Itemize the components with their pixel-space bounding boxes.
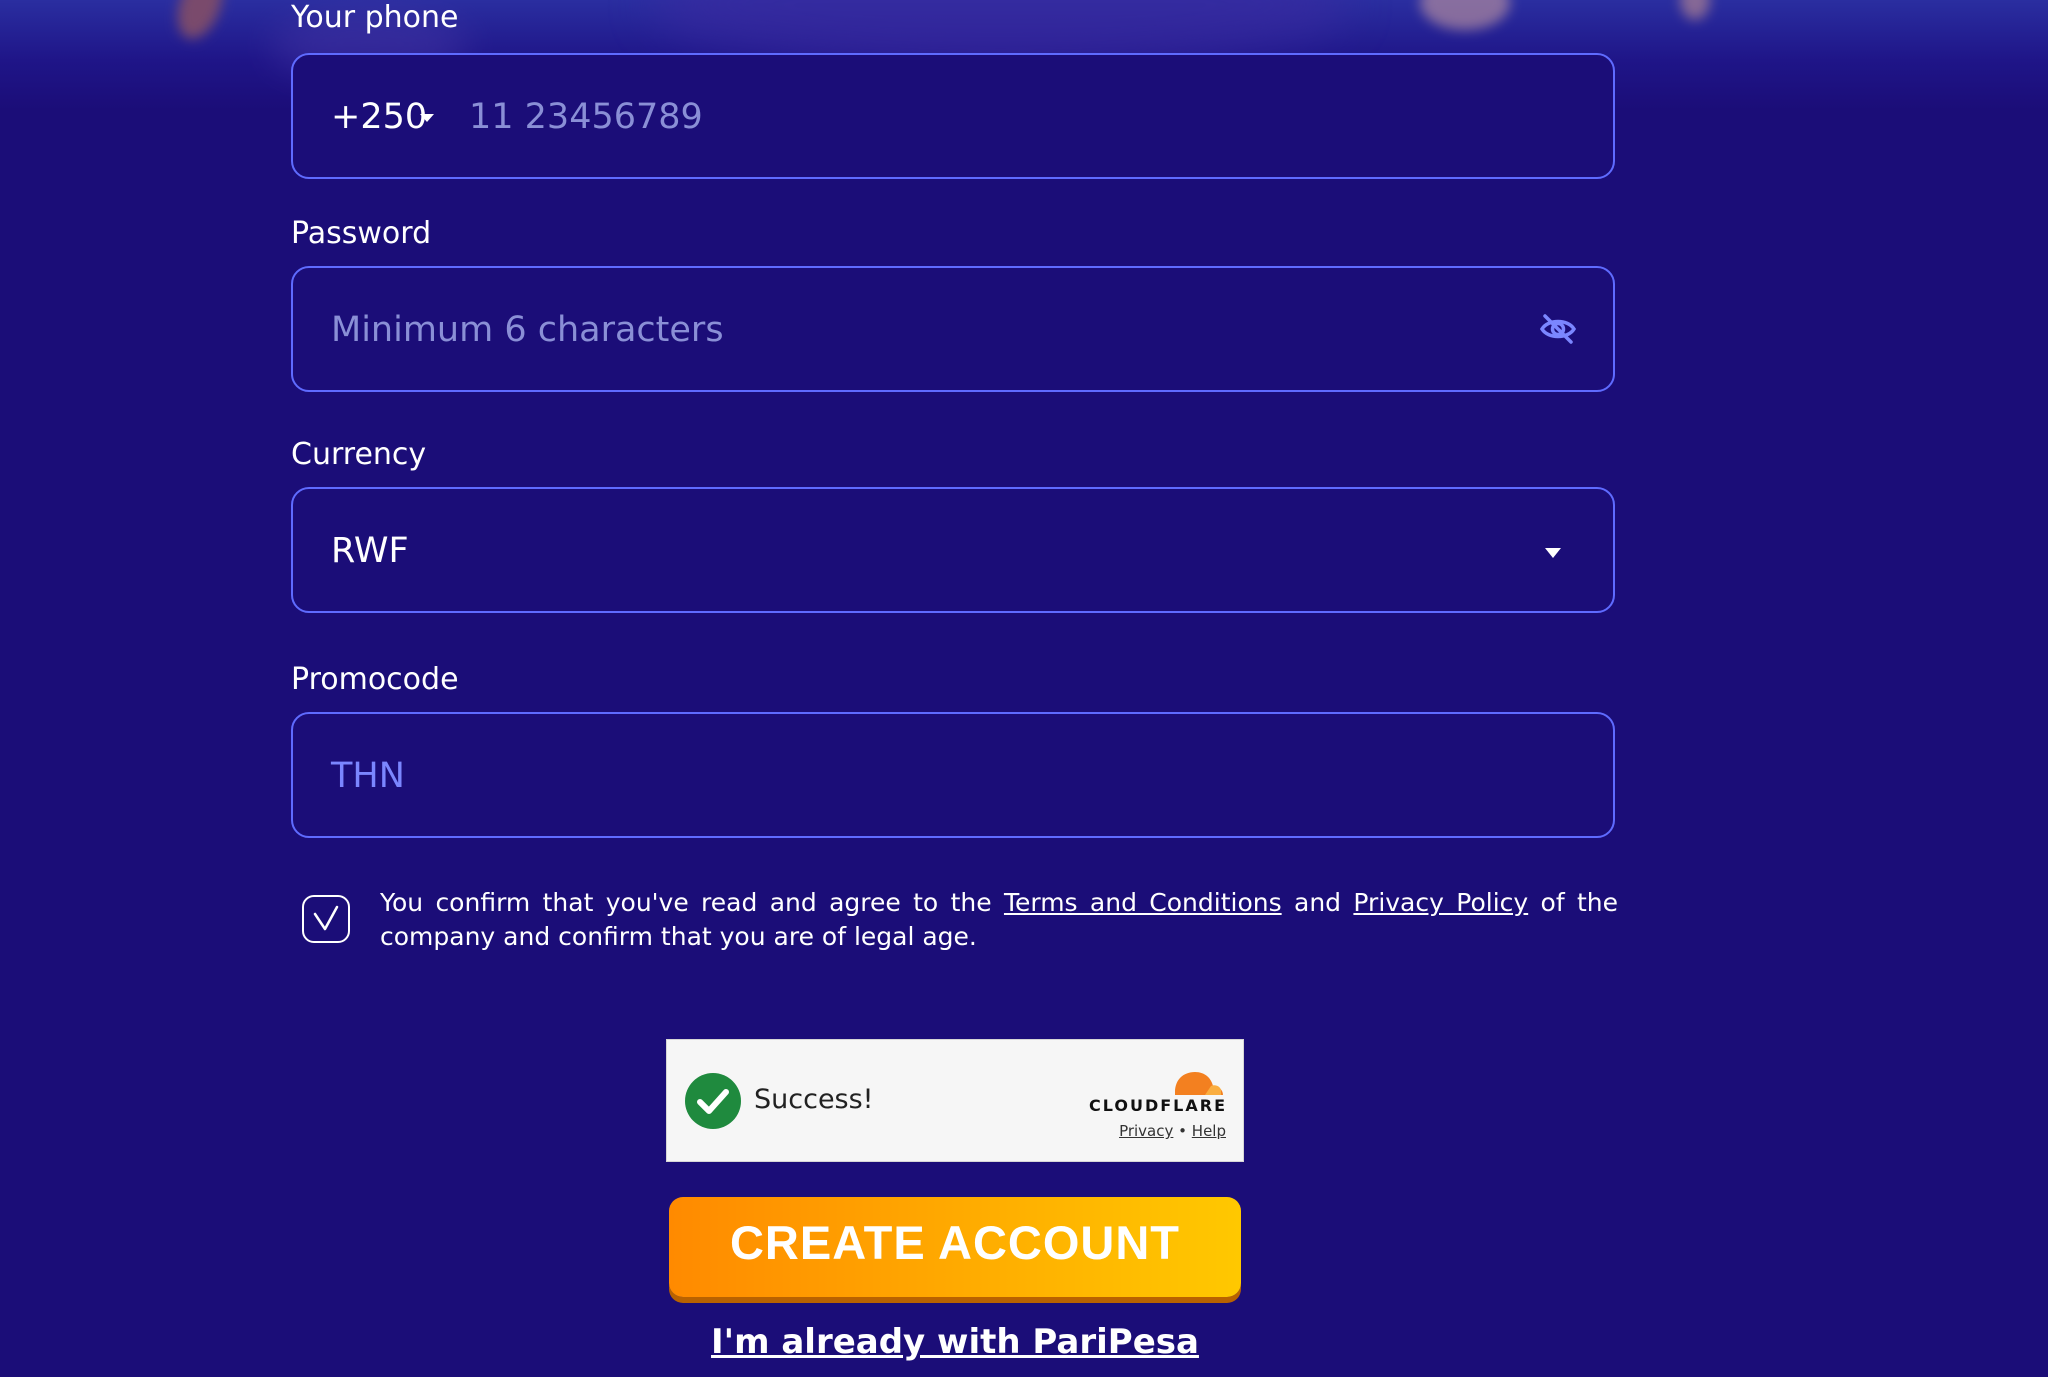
- currency-select[interactable]: RWF: [291, 487, 1615, 613]
- password-input[interactable]: Minimum 6 characters: [331, 268, 724, 392]
- cloudflare-brand: CLOUDFLARE: [1089, 1096, 1227, 1115]
- eye-slash-icon[interactable]: [1539, 312, 1577, 346]
- terms-text-and: and: [1294, 888, 1342, 917]
- create-account-button[interactable]: CREATE ACCOUNT: [669, 1197, 1241, 1297]
- captcha-links: Privacy • Help: [1119, 1122, 1226, 1140]
- country-code-select[interactable]: +250: [331, 55, 427, 179]
- terms-checkbox[interactable]: [302, 895, 350, 943]
- currency-value: RWF: [331, 531, 409, 571]
- check-icon: [313, 905, 339, 931]
- password-field[interactable]: Minimum 6 characters: [291, 266, 1615, 392]
- terms-text: You confirm that you've read and agree t…: [380, 886, 1618, 954]
- chevron-down-icon[interactable]: [420, 114, 434, 122]
- captcha-status: Success!: [754, 1084, 874, 1115]
- success-check-icon: [685, 1073, 741, 1129]
- phone-field[interactable]: +250 11 23456789: [291, 53, 1615, 179]
- chevron-down-icon[interactable]: [1545, 548, 1561, 558]
- phone-input[interactable]: 11 23456789: [469, 55, 703, 179]
- terms-text-before: You confirm that you've read and agree t…: [380, 888, 992, 917]
- separator: •: [1178, 1122, 1188, 1140]
- captcha-privacy-link[interactable]: Privacy: [1119, 1122, 1173, 1140]
- promocode-input[interactable]: THN: [331, 714, 405, 838]
- password-label: Password: [291, 216, 432, 251]
- privacy-link[interactable]: Privacy Policy: [1353, 888, 1528, 917]
- captcha-help-link[interactable]: Help: [1192, 1122, 1226, 1140]
- phone-label: Your phone: [291, 0, 459, 35]
- login-link[interactable]: I'm already with PariPesa: [0, 1322, 1910, 1362]
- captcha-widget[interactable]: Success! CLOUDFLARE Privacy • Help: [666, 1039, 1244, 1162]
- promocode-field[interactable]: THN: [291, 712, 1615, 838]
- terms-link[interactable]: Terms and Conditions: [1004, 888, 1282, 917]
- promocode-label: Promocode: [291, 662, 459, 697]
- currency-label: Currency: [291, 437, 427, 472]
